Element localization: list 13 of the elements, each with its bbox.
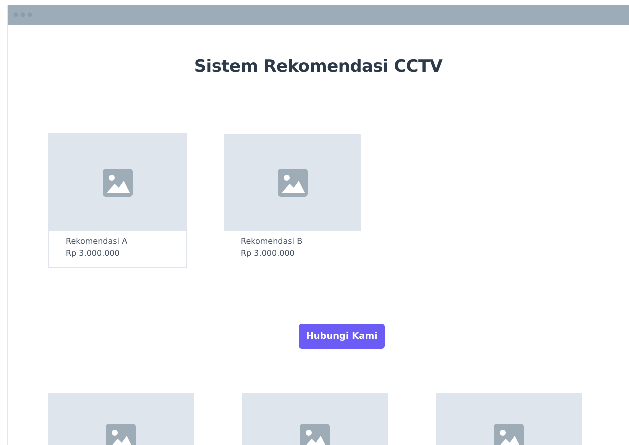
product-price: Rp 3.000.000: [66, 248, 121, 260]
image-icon: [300, 424, 330, 445]
contact-button[interactable]: Hubungi Kami: [299, 324, 385, 349]
product-name: Rekomendasi B: [241, 236, 304, 248]
image-icon: [106, 424, 136, 445]
image-icon: [278, 168, 308, 196]
image-icon: [494, 424, 524, 445]
product-name: Rekomendasi A: [66, 236, 129, 248]
image-icon: [102, 168, 132, 196]
product-price: Rp 3.000.000: [241, 248, 296, 260]
product-card[interactable]: Rekomendasi B Rp 3.000.000: [223, 133, 362, 268]
page-title: Sistem Rekomendasi CCTV: [193, 57, 444, 77]
product-card[interactable]: Rekomendasi A Rp 3.000.000: [48, 133, 187, 268]
